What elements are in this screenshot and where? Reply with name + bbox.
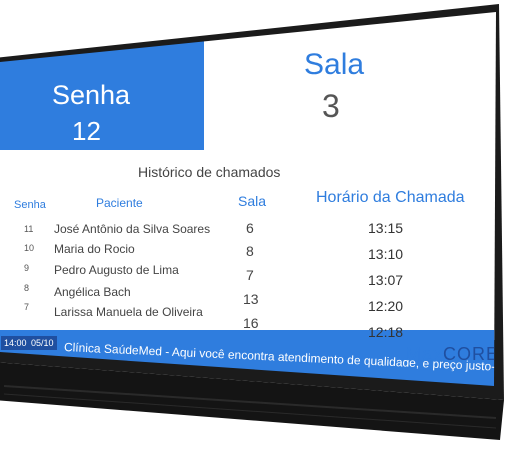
- clock-time: 14:00: [1, 336, 30, 350]
- row-3-room: 7: [246, 267, 254, 283]
- row-2-ticket: 10: [24, 243, 35, 253]
- row-5-room: 16: [243, 315, 259, 331]
- row-5-patient: Larissa Manuela de Oliveira: [54, 305, 203, 319]
- row-4-room: 13: [243, 291, 259, 307]
- clock-date: 05/10: [28, 336, 57, 350]
- room-label: Sala: [304, 48, 365, 81]
- room-number: 3: [322, 88, 340, 124]
- ticket-number: 12: [72, 116, 101, 146]
- column-header-time: Horário da Chamada: [316, 189, 465, 206]
- row-4-ticket: 8: [24, 283, 30, 293]
- row-4-time: 12:20: [368, 298, 404, 314]
- ticket-label: Senha: [52, 80, 131, 110]
- row-4-patient: Angélica Bach: [54, 285, 131, 299]
- row-1-time: 13:15: [368, 220, 404, 236]
- column-header-patient: Paciente: [96, 196, 143, 210]
- row-2-patient: Maria do Rocio: [54, 242, 135, 256]
- row-1-ticket: 11: [24, 224, 34, 234]
- column-header-ticket: Senha: [14, 199, 46, 211]
- row-5-ticket: 7: [24, 302, 30, 312]
- display-monitor: Senha 12 Sala 3 Histórico de chamados Se…: [0, 0, 506, 450]
- row-2-time: 13:10: [368, 246, 404, 262]
- row-1-room: 6: [246, 220, 254, 236]
- row-5-time: 12:18: [368, 324, 404, 340]
- row-3-time: 13:07: [368, 272, 404, 288]
- logo-core: CORE: [443, 344, 500, 364]
- row-3-patient: Pedro Augusto de Lima: [54, 263, 179, 277]
- row-3-ticket: 9: [24, 263, 30, 273]
- maxcore-logo: MaxCORE: [406, 344, 500, 365]
- column-header-room: Sala: [238, 193, 267, 209]
- row-1-patient: José Antônio da Silva Soares: [54, 222, 211, 236]
- logo-max: Max: [406, 344, 444, 364]
- history-title: Histórico de chamados: [138, 164, 281, 180]
- row-2-room: 8: [246, 243, 254, 259]
